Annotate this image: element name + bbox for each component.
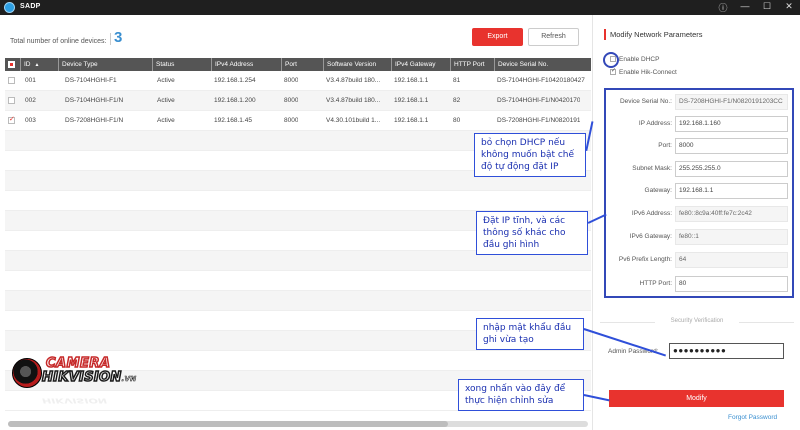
window-controls: ⓘ — ☐ ✕ [718, 1, 794, 14]
minimize-button[interactable]: — [740, 1, 750, 14]
horizontal-scrollbar[interactable] [8, 421, 588, 427]
table-cell-sw: V3.4.87build 180... [326, 97, 381, 104]
table-row [5, 291, 591, 311]
table-cell-type: DS-7208HGHI-F1/N [65, 117, 124, 124]
admin-password-field[interactable]: ●●●●●●●●●● [669, 343, 784, 359]
forgot-password-link[interactable]: Forgot Password [728, 414, 777, 421]
table-row[interactable]: 003 DS-7208HGHI-F1/N Active 192.168.1.45 800… [5, 111, 591, 131]
column-header-id[interactable]: ID ▲ [20, 58, 58, 71]
total-devices-count: 3 [114, 29, 123, 46]
column-header-port[interactable]: Port [281, 58, 319, 71]
table-row[interactable]: 001 DS-7104HGHI-F1 Active 192.168.1.254 8000… [5, 71, 591, 91]
camera-lens-icon [12, 358, 42, 388]
table-cell-http: 80 [453, 117, 461, 124]
select-all-checkbox[interactable] [8, 61, 15, 68]
export-button[interactable]: Export [472, 28, 523, 46]
table-cell-status: Active [157, 77, 175, 84]
column-header-serial[interactable]: Device Serial No. [494, 58, 591, 71]
column-header-gateway[interactable]: IPv4 Gateway [391, 58, 448, 71]
table-cell-sw: V4.30.101build 1... [326, 117, 381, 124]
table-cell-port: 8000 [284, 77, 299, 84]
logo-reflection: HIKVISION [42, 396, 108, 405]
table-cell-gw: 192.168.1.1 [394, 117, 429, 124]
divider [110, 33, 111, 45]
logo-text-top: CAMERA [45, 355, 111, 372]
refresh-button[interactable]: Refresh [528, 28, 579, 46]
close-button[interactable]: ✕ [784, 1, 794, 14]
sort-icon: ▲ [34, 62, 40, 68]
table-cell-port: 8000 [284, 97, 299, 104]
table-cell-id: 002 [25, 97, 36, 104]
table-cell-serial: DS-7104HGHI-F10420180427 [497, 77, 585, 84]
column-header-device-type[interactable]: Device Type [58, 58, 148, 71]
highlight-circle [603, 52, 619, 68]
annotation-static-ip: Đặt IP tĩnh, và các thông số khác cho đầ… [476, 211, 588, 255]
table-cell-http: 81 [453, 77, 461, 84]
security-verification-label: Security Verification [600, 318, 794, 324]
panel-divider [592, 15, 593, 430]
table-cell-ip: 192.168.1.45 [214, 117, 252, 124]
row-checkbox[interactable] [8, 97, 15, 104]
table-row [5, 191, 591, 211]
column-header-status[interactable]: Status [152, 58, 207, 71]
panel-accent-bar [604, 29, 606, 40]
table-cell-gw: 192.168.1.1 [394, 77, 429, 84]
table-cell-sw: V3.4.87build 180... [326, 77, 381, 84]
column-header-software[interactable]: Software Version [323, 58, 391, 71]
enable-hik-connect-option[interactable]: Enable Hik-Connect [610, 67, 677, 76]
row-checkbox[interactable] [8, 115, 15, 124]
annotation-dhcp: bỏ chọn DHCP nếu không muốn bật chế độ t… [474, 133, 586, 177]
scrollbar-thumb[interactable] [8, 421, 448, 427]
table-cell-ip: 192.168.1.254 [214, 77, 256, 84]
table-header: ID ▲ Device Type Status IPv4 Address Port… [5, 58, 591, 71]
table-cell-status: Active [157, 97, 175, 104]
info-icon[interactable]: ⓘ [718, 1, 728, 14]
table-row [5, 271, 591, 291]
table-cell-id: 003 [25, 117, 36, 124]
table-cell-serial: DS-7104HGHI-F1/N0420170 [497, 97, 581, 104]
column-header-http-port[interactable]: HTTP Port [450, 58, 492, 71]
panel-title: Modify Network Parameters [610, 30, 703, 39]
annotation-modify: xong nhấn vào đây để thực hiện chỉnh sửa [458, 379, 584, 411]
annotation-password: nhập mật khẩu đầu ghi vừa tạo [476, 318, 584, 350]
table-cell-type: DS-7104HGHI-F1 [65, 77, 117, 84]
column-header-ipv4[interactable]: IPv4 Address [211, 58, 279, 71]
modify-button[interactable]: Modify [609, 390, 784, 407]
table-cell-status: Active [157, 117, 175, 124]
table-cell-port: 8000 [284, 117, 299, 124]
table-cell-serial: DS-7208HGHI-F1/N0820191 [497, 117, 581, 124]
highlight-frame [604, 88, 794, 298]
camera-hikvision-logo: CAMERA HIKVISION.VN HIKVISION [8, 350, 168, 410]
table-cell-type: DS-7104HGHI-F1/N [65, 97, 124, 104]
maximize-button[interactable]: ☐ [762, 1, 772, 14]
logo-text-bottom: HIKVISION.VN [41, 369, 137, 386]
table-row[interactable]: 002 DS-7104HGHI-F1/N Active 192.168.1.200 80… [5, 91, 591, 111]
total-devices-label: Total number of online devices: [10, 38, 107, 45]
app-logo-icon [4, 2, 15, 13]
table-cell-id: 001 [25, 77, 36, 84]
table-cell-gw: 192.168.1.1 [394, 97, 429, 104]
table-cell-ip: 192.168.1.200 [214, 97, 256, 104]
app-title: SADP [20, 3, 41, 10]
table-cell-http: 82 [453, 97, 461, 104]
title-bar: SADP ⓘ — ☐ ✕ [0, 0, 800, 15]
row-checkbox[interactable] [8, 77, 15, 84]
enable-hik-connect-checkbox[interactable] [610, 67, 616, 76]
